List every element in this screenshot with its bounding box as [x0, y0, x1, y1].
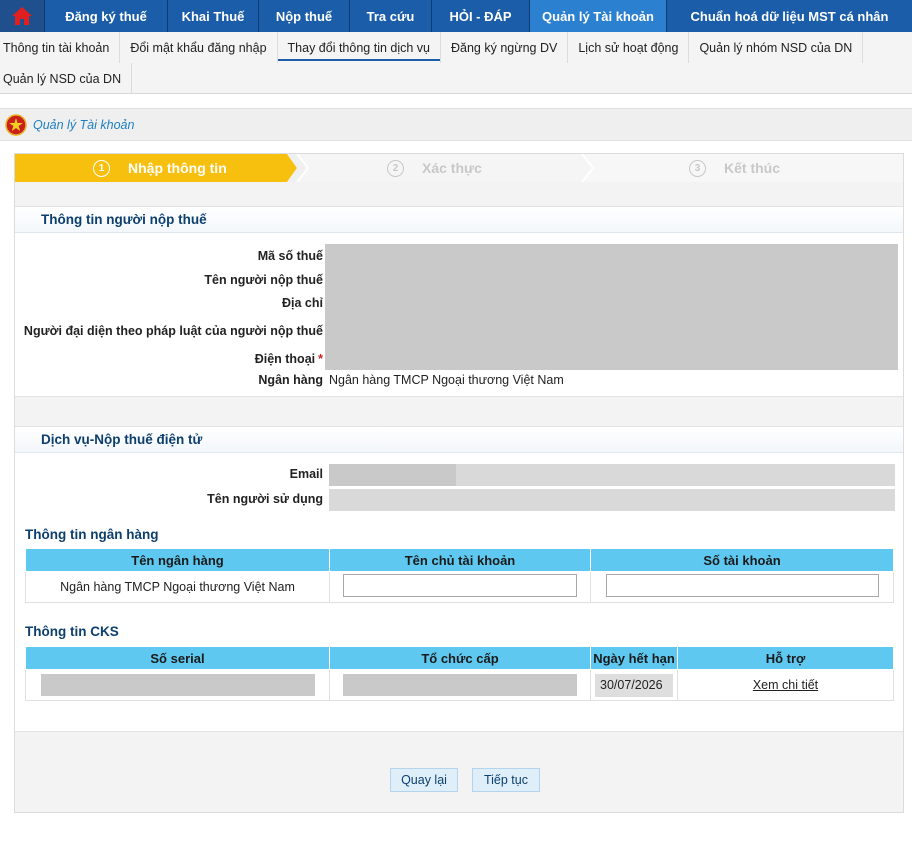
account-number-cell	[590, 571, 894, 603]
address-row: Địa chỉ	[15, 293, 323, 313]
support-header: Hỗ trợ	[677, 646, 894, 670]
subnav-quan-ly-nhom-nsd[interactable]: Quản lý nhóm NSD của DN	[689, 32, 864, 63]
home-icon	[12, 7, 32, 25]
table-row: 30/07/2026 Xem chi tiết	[25, 669, 894, 701]
taxpayer-name-label: Tên người nộp thuế	[204, 273, 323, 287]
bank-value: Ngân hàng TMCP Ngoại thương Việt Nam	[329, 373, 564, 387]
service-section-title: Dịch vụ-Nộp thuế điện tử	[15, 427, 903, 453]
taxpayer-section: Thông tin người nộp thuế Mã số thuế Tên …	[15, 206, 903, 397]
issuer-cell	[329, 669, 591, 701]
view-details-link[interactable]: Xem chi tiết	[753, 678, 818, 692]
nav-quan-ly-tai-khoan[interactable]: Quản lý Tài khoản	[530, 0, 667, 32]
breadcrumb: Quản lý Tài khoản	[0, 108, 912, 141]
step-3-number: 3	[689, 159, 706, 177]
email-label: Email	[289, 467, 323, 481]
nav-nop-thue[interactable]: Nộp thuế	[259, 0, 350, 32]
step-1-label: Nhập thông tin	[128, 160, 227, 176]
phone-label-wrap: Điện thoại *	[15, 352, 323, 366]
bank-info-title: Thông tin ngân hàng	[25, 527, 159, 542]
bank-name-cell: Ngân hàng TMCP Ngoại thương Việt Nam	[25, 571, 330, 603]
step-2-label: Xác thực	[422, 160, 482, 176]
step-3-label: Kết thúc	[724, 160, 780, 176]
nav-hoi-dap[interactable]: HỎI - ĐÁP	[432, 0, 530, 32]
issuer-header: Tổ chức cấp	[329, 646, 591, 670]
representative-label: Người đại diện theo pháp luật của người …	[23, 324, 323, 338]
cks-title: Thông tin CKS	[25, 624, 119, 639]
bank-name-header: Tên ngân hàng	[25, 548, 330, 572]
serial-cell	[25, 669, 330, 701]
taxpayer-name-row: Tên người nộp thuế	[15, 270, 323, 290]
phone-row: Điện thoại *	[15, 349, 323, 369]
subnav-dang-ky-ngung-dv[interactable]: Đăng ký ngừng DV	[441, 32, 569, 63]
address-label: Địa chỉ	[282, 296, 323, 310]
email-row: Email	[15, 464, 323, 484]
username-row: Tên người sử dụng	[15, 489, 323, 509]
account-number-header: Số tài khoản	[590, 548, 894, 572]
issuer-redacted	[343, 674, 577, 696]
account-holder-cell	[329, 571, 591, 603]
back-button[interactable]: Quay lại	[390, 768, 458, 792]
nav-khai-thue[interactable]: Khai Thuế	[168, 0, 259, 32]
breadcrumb-label[interactable]: Quản lý Tài khoản	[33, 118, 134, 132]
step-2: 2 Xác thực	[387, 154, 482, 182]
representative-row: Người đại diện theo pháp luật của người …	[15, 316, 323, 346]
tax-code-row: Mã số thuế	[15, 246, 323, 266]
step-1: 1 Nhập thông tin	[93, 154, 227, 182]
nav-dang-ky-thue[interactable]: Đăng ký thuế	[45, 0, 168, 32]
service-section: Dịch vụ-Nộp thuế điện tử Email Tên người…	[15, 426, 903, 732]
account-number-input[interactable]	[605, 574, 879, 597]
home-button[interactable]	[0, 0, 45, 32]
step-indicator: 1 Nhập thông tin 2 Xác thực 3 Kết thúc	[15, 154, 903, 182]
step-1-number: 1	[93, 159, 110, 177]
subnav-thay-doi-thong-tin-dich-vu[interactable]: Thay đổi thông tin dịch vụ	[277, 32, 441, 63]
bank-label: Ngân hàng	[258, 373, 323, 387]
taxpayer-section-title: Thông tin người nộp thuế	[15, 207, 903, 233]
bank-row: Ngân hàng Ngân hàng TMCP Ngoại thương Vi…	[15, 370, 563, 390]
support-cell: Xem chi tiết	[677, 669, 894, 701]
next-button[interactable]: Tiếp tục	[472, 768, 540, 792]
nav-tra-cuu[interactable]: Tra cứu	[350, 0, 432, 32]
account-holder-input[interactable]	[343, 574, 577, 597]
username-field[interactable]	[329, 489, 895, 511]
account-holder-header: Tên chủ tài khoản	[329, 548, 591, 572]
table-row: Ngân hàng TMCP Ngoại thương Việt Nam	[25, 571, 894, 603]
expiry-header: Ngày hết hạn	[590, 646, 678, 670]
step-3: 3 Kết thúc	[689, 154, 780, 182]
serial-header: Số serial	[25, 646, 330, 670]
subnav-doi-mat-khau[interactable]: Đổi mật khẩu đăng nhập	[120, 32, 278, 63]
username-label: Tên người sử dụng	[207, 492, 323, 506]
serial-redacted	[40, 674, 315, 696]
subnav-quan-ly-nsd[interactable]: Quản lý NSD của DN	[0, 63, 133, 94]
expiry-date: 30/07/2026	[595, 673, 673, 697]
subnav-thong-tin-tai-khoan[interactable]: Thông tin tài khoản	[0, 32, 121, 63]
phone-label: Điện thoại	[254, 352, 316, 366]
taxpayer-redacted-block	[325, 244, 898, 370]
nav-chuan-hoa-mst[interactable]: Chuẩn hoá dữ liệu MST cá nhân	[667, 0, 912, 32]
main-panel: 1 Nhập thông tin 2 Xác thực 3 Kết thúc T…	[14, 153, 904, 813]
top-navigation: Đăng ký thuế Khai Thuế Nộp thuế Tra cứu …	[0, 0, 912, 32]
step-2-number: 2	[387, 159, 404, 177]
cks-table: Số serial Tổ chức cấp Ngày hết hạn Hỗ tr…	[25, 646, 894, 701]
expiry-cell: 30/07/2026	[590, 669, 678, 701]
bank-info-table: Tên ngân hàng Tên chủ tài khoản Số tài k…	[25, 548, 894, 603]
required-mark: *	[318, 352, 323, 366]
email-redacted	[329, 464, 456, 486]
sub-navigation: Thông tin tài khoản Đổi mật khẩu đăng nh…	[0, 32, 912, 94]
national-emblem-icon	[5, 113, 27, 136]
subnav-lich-su-hoat-dong[interactable]: Lịch sử hoạt động	[568, 32, 690, 63]
tax-code-label: Mã số thuế	[257, 249, 323, 263]
